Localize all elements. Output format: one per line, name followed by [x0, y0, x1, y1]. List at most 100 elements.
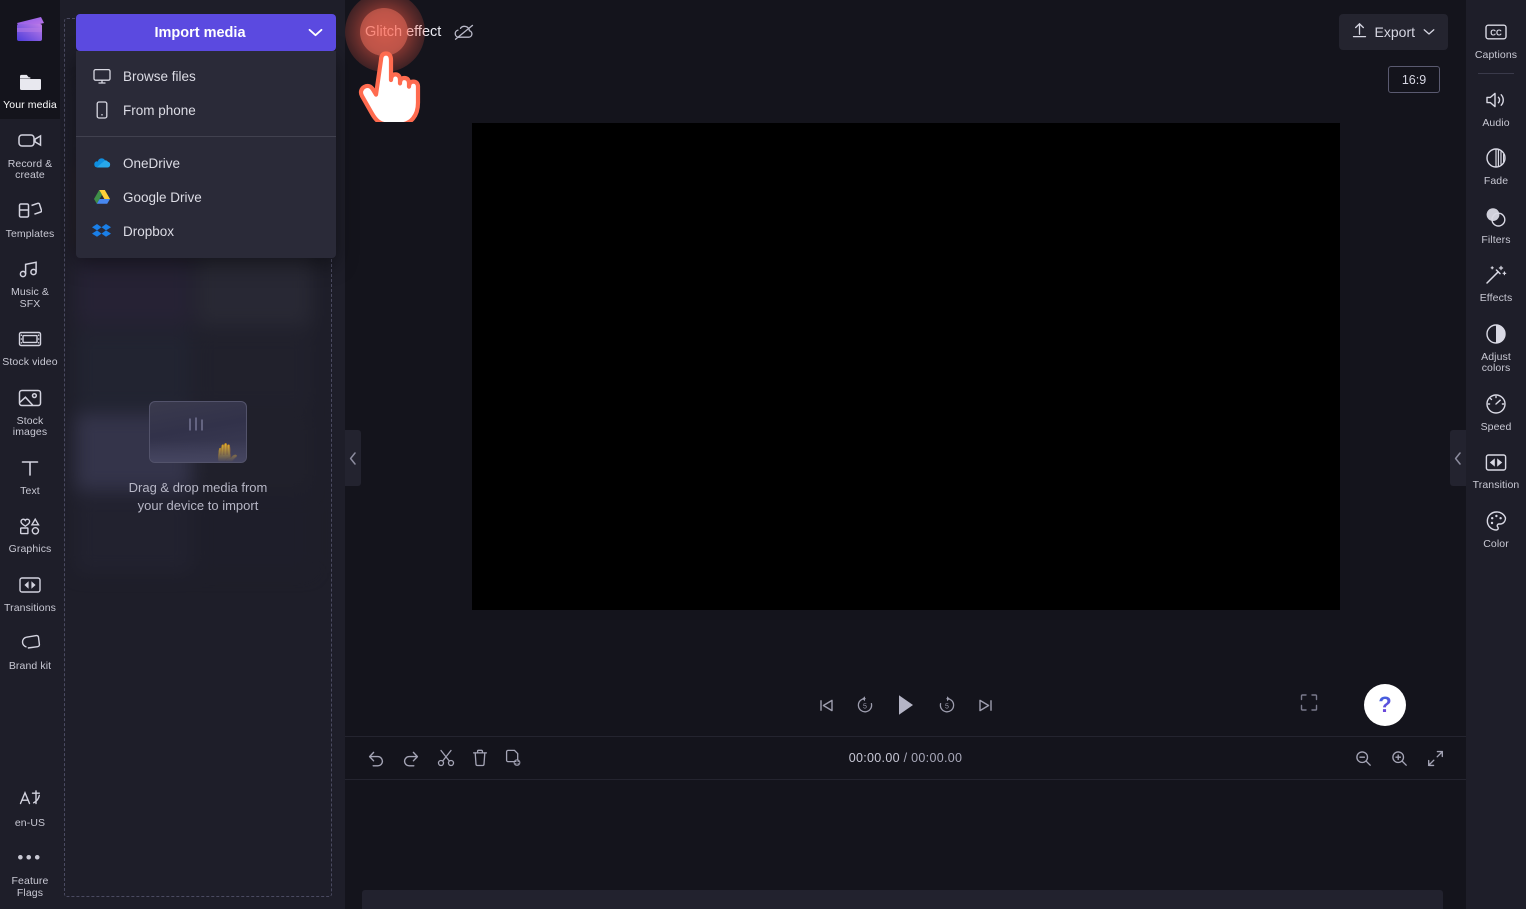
tool-label: Fade: [1483, 175, 1509, 187]
sidebar-item-stock-images[interactable]: Stock images: [0, 376, 60, 446]
sidebar-item-transitions[interactable]: Transitions: [0, 563, 60, 622]
sidebar-item-label: Transitions: [3, 601, 57, 614]
video-preview-area: 16:9: [345, 64, 1466, 674]
dropdown-item-label: Dropbox: [123, 223, 175, 239]
sidebar-item-music-sfx[interactable]: Music & SFX: [0, 247, 60, 317]
dropdown-item-label: OneDrive: [123, 155, 181, 171]
timecode-display: 00:00.00 / 00:00.00: [849, 751, 962, 765]
tool-label: Effects: [1479, 292, 1513, 304]
sidebar-item-your-media[interactable]: Your media: [0, 60, 60, 119]
cloud-off-icon[interactable]: [453, 21, 475, 43]
sidebar-item-label: Brand kit: [8, 660, 52, 672]
tool-captions[interactable]: CC Captions: [1466, 10, 1526, 69]
thumb-placeholder: [195, 331, 312, 409]
sidebar-item-label: Record & create: [7, 157, 53, 181]
sidebar-item-label: Music & SFX: [10, 286, 50, 310]
sidebar-item-brand-kit[interactable]: Brand kit: [0, 621, 60, 680]
upload-arrow-icon: [1352, 22, 1367, 43]
palette-icon: [1483, 508, 1509, 534]
undo-icon[interactable]: [367, 750, 385, 767]
forward-5-icon[interactable]: 5: [937, 695, 957, 715]
sidebar-item-graphics[interactable]: Graphics: [0, 504, 60, 563]
tool-audio[interactable]: Audio: [1466, 78, 1526, 137]
total-time: 00:00.00: [911, 751, 963, 765]
transport-controls: 5 5: [818, 693, 994, 717]
trash-icon[interactable]: [472, 749, 488, 767]
app-logo[interactable]: [0, 0, 60, 60]
speedometer-icon: [1483, 391, 1509, 417]
dropdown-item-label: Google Drive: [123, 189, 202, 205]
zoom-out-icon[interactable]: [1355, 750, 1372, 767]
sidebar-item-templates[interactable]: Templates: [0, 189, 60, 248]
tool-label: Filters: [1481, 233, 1511, 246]
tool-speed[interactable]: Speed: [1466, 382, 1526, 441]
transition-icon: [17, 572, 43, 598]
thumb-placeholder: [75, 495, 192, 573]
video-canvas[interactable]: [471, 122, 1340, 610]
project-title[interactable]: Glitch effect: [365, 24, 441, 40]
import-media-button[interactable]: Import media: [76, 14, 336, 51]
magic-wand-icon: [1483, 262, 1509, 288]
collapse-media-panel-button[interactable]: [345, 430, 361, 486]
clipchamp-logo-icon: [17, 17, 44, 41]
scissors-icon[interactable]: [437, 749, 455, 767]
fit-to-screen-icon[interactable]: [1427, 750, 1444, 767]
onedrive-icon: [92, 154, 111, 173]
tool-effects[interactable]: Effects: [1466, 253, 1526, 312]
video-camera-icon: [17, 128, 43, 154]
collapse-properties-panel-button[interactable]: [1450, 430, 1466, 486]
timeline-tracks-area[interactable]: [345, 780, 1466, 909]
sidebar-item-feature-flags[interactable]: ••• Feature Flags: [0, 836, 60, 909]
sidebar-item-label: en-US: [14, 816, 46, 829]
fade-circle-icon: [1483, 145, 1509, 171]
export-button[interactable]: Export: [1338, 14, 1448, 50]
fullscreen-icon[interactable]: [1300, 694, 1318, 717]
dropdown-item-from-phone[interactable]: From phone: [76, 93, 336, 127]
zoom-in-icon[interactable]: [1391, 750, 1408, 767]
sidebar-item-label: Stock images: [12, 414, 48, 438]
timeline-track[interactable]: [362, 890, 1443, 909]
svg-text:5: 5: [945, 703, 949, 710]
svg-text:5: 5: [863, 703, 867, 710]
skip-start-icon[interactable]: [818, 697, 835, 714]
closed-captions-icon: CC: [1483, 19, 1509, 45]
phone-icon: [92, 101, 111, 120]
dropdown-item-dropbox[interactable]: Dropbox: [76, 214, 336, 248]
help-button[interactable]: ?: [1364, 684, 1406, 726]
tool-label: Speed: [1480, 420, 1512, 433]
ellipsis-icon: •••: [17, 848, 43, 867]
sidebar-item-label: Graphics: [8, 543, 52, 555]
aspect-ratio-badge[interactable]: 16:9: [1388, 66, 1440, 93]
skip-end-icon[interactable]: [977, 697, 994, 714]
tool-label: Captions: [1474, 49, 1518, 61]
tool-color[interactable]: Color: [1466, 499, 1526, 558]
tool-adjust-colors[interactable]: Adjust colors: [1466, 312, 1526, 382]
sidebar-item-label: Your media: [3, 99, 57, 111]
brand-kit-icon: [17, 630, 43, 656]
chevron-down-icon[interactable]: [294, 14, 336, 51]
play-icon[interactable]: [895, 693, 917, 717]
shapes-icon: [17, 513, 43, 539]
dropdown-item-browse-files[interactable]: Browse files: [76, 59, 336, 93]
clipchamp-editor-window: Your media Record & create Templates Mus…: [0, 0, 1526, 909]
sidebar-item-language[interactable]: en-US: [0, 778, 60, 837]
left-navigation-rail: Your media Record & create Templates Mus…: [0, 0, 60, 909]
rewind-5-icon[interactable]: 5: [855, 695, 875, 715]
right-properties-rail: CC Captions Audio Fade Filters Effects A…: [1466, 0, 1526, 909]
speaker-icon: [1483, 87, 1509, 113]
tool-transition[interactable]: Transition: [1466, 440, 1526, 499]
redo-icon[interactable]: [402, 750, 420, 767]
tool-filters[interactable]: Filters: [1466, 195, 1526, 254]
export-label: Export: [1374, 24, 1415, 40]
transition-icon: [1483, 449, 1509, 475]
sidebar-item-text[interactable]: Text: [0, 446, 60, 505]
sidebar-item-record-create[interactable]: Record & create: [0, 119, 60, 189]
sidebar-item-stock-video[interactable]: Stock video: [0, 317, 60, 376]
dropdown-item-onedrive[interactable]: OneDrive: [76, 146, 336, 180]
dropdown-item-google-drive[interactable]: Google Drive: [76, 180, 336, 214]
tool-label: Color: [1483, 537, 1509, 550]
duplicate-icon[interactable]: [505, 749, 522, 767]
tool-fade[interactable]: Fade: [1466, 136, 1526, 195]
timeline-zoom-tools: [1355, 750, 1444, 767]
music-note-icon: [17, 256, 43, 282]
